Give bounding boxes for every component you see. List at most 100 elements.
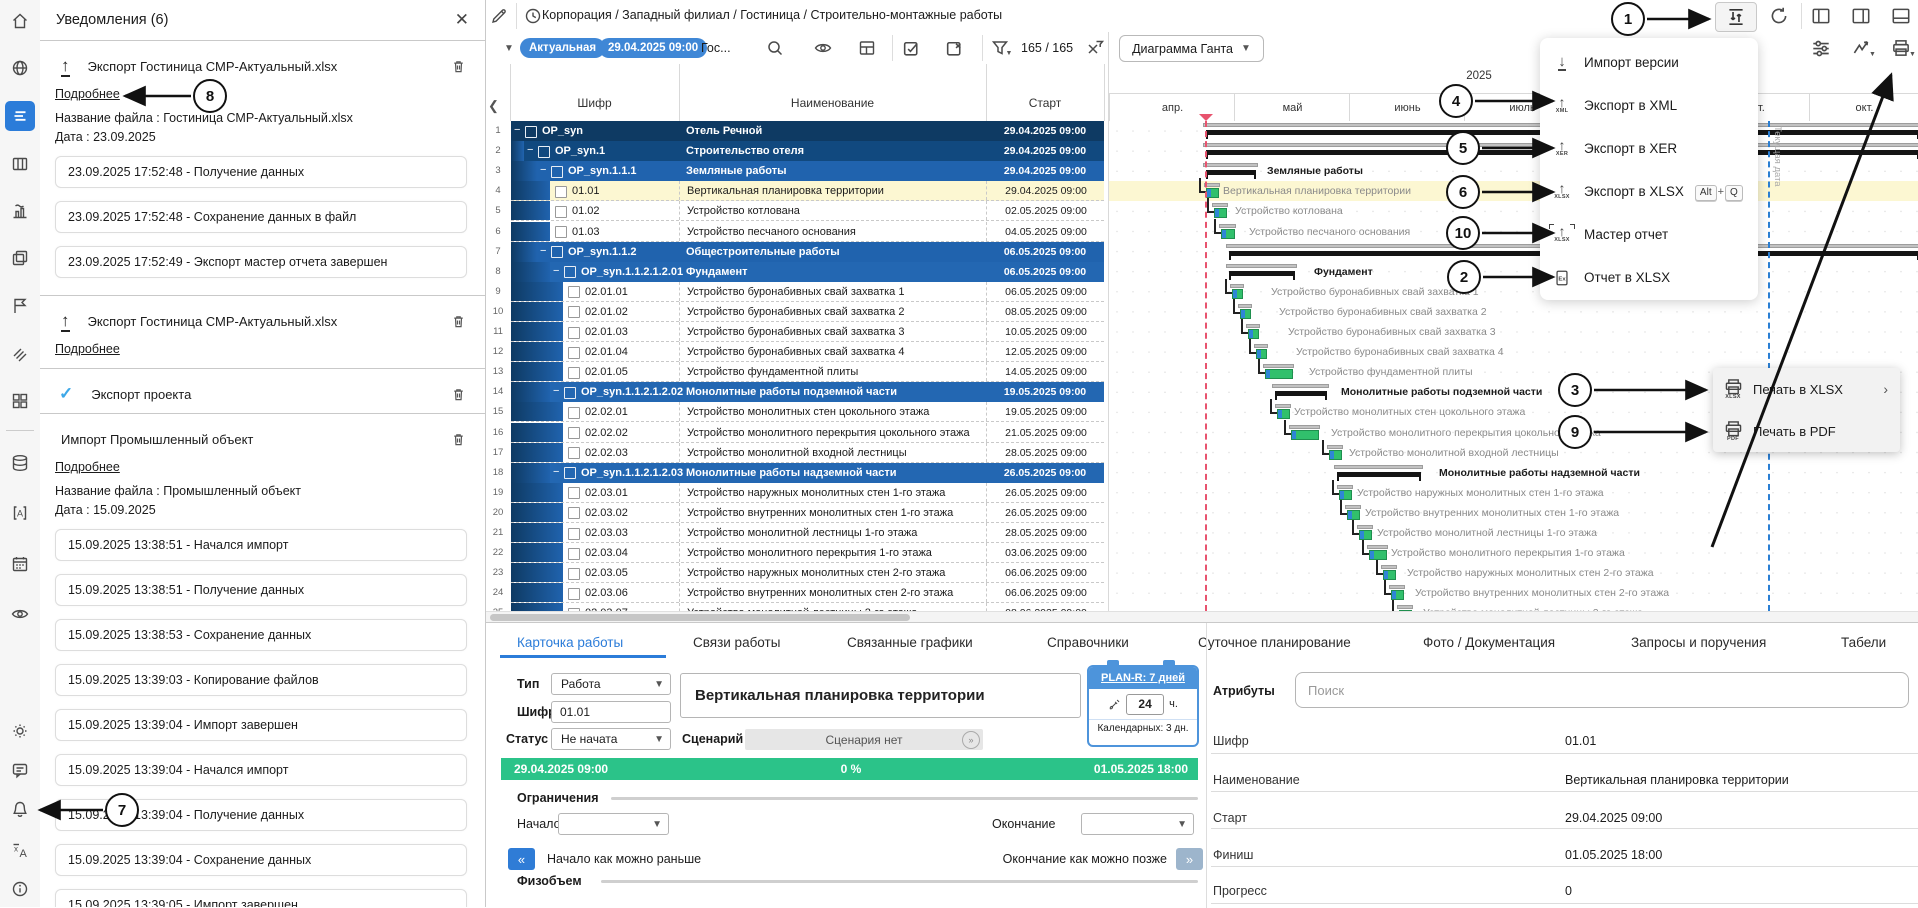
row-checkbox[interactable] xyxy=(538,146,550,158)
task-bar[interactable] xyxy=(1248,329,1259,339)
row-content[interactable]: 02.02.01Устройство монолитных стен цокол… xyxy=(511,402,1104,422)
task-bar[interactable] xyxy=(1256,349,1267,359)
table-row[interactable]: 1902.03.01Устройство наружных монолитных… xyxy=(486,483,1108,503)
eye-icon[interactable] xyxy=(810,36,836,60)
collapse-row-icon[interactable]: − xyxy=(540,161,546,181)
menu-item-master[interactable]: ↑XLSXМастер отчет xyxy=(1540,213,1758,256)
scenario-expand-icon[interactable]: » xyxy=(962,731,980,749)
layout-right-icon[interactable] xyxy=(1848,4,1874,28)
trash-icon[interactable] xyxy=(450,58,467,75)
print-menu-item-pdf[interactable]: PDFПечать в PDF xyxy=(1713,410,1900,452)
task-bar[interactable] xyxy=(1291,430,1319,440)
row-content[interactable]: −OP_syn.1Строительство отеля29.04.2025 0… xyxy=(511,141,1104,161)
table-row[interactable]: 1002.01.02Устройство буронабивных свай з… xyxy=(486,302,1108,322)
tab-work-card[interactable]: Карточка работы xyxy=(517,632,623,654)
row-content[interactable]: −OP_syn.1.1.1Земляные работы29.04.2025 0… xyxy=(511,161,1104,181)
summary-bar[interactable] xyxy=(1337,472,1421,477)
task-bar[interactable] xyxy=(1214,208,1227,218)
sidebar-item-board[interactable] xyxy=(5,149,35,179)
row-content[interactable]: −OP_synОтель Речной29.04.2025 09:00 xyxy=(511,121,1104,141)
details-link[interactable]: Подробнее xyxy=(55,342,120,356)
menu-item-doc-ex[interactable]: ExОтчет в XLSX xyxy=(1540,256,1758,299)
row-checkbox[interactable] xyxy=(551,246,563,258)
collapse-panel-icon[interactable]: ❮ xyxy=(488,98,499,114)
filter-icon[interactable]: ▼ xyxy=(988,36,1014,60)
clear-filter-icon[interactable] xyxy=(1082,36,1108,60)
summary-bar[interactable] xyxy=(1206,170,1256,175)
code-input[interactable] xyxy=(551,701,671,723)
details-link[interactable]: Подробнее xyxy=(55,460,120,474)
table-row[interactable]: 1102.01.03Устройство буронабивных свай з… xyxy=(486,322,1108,342)
task-bar[interactable] xyxy=(1347,510,1360,520)
row-content[interactable]: 02.01.02Устройство буронабивных свай зах… xyxy=(511,302,1104,322)
uncheck-all-icon[interactable] xyxy=(941,36,967,60)
row-checkbox[interactable] xyxy=(568,347,580,359)
row-content[interactable]: 02.02.03Устройство монолитной входной ле… xyxy=(511,443,1104,463)
table-row[interactable]: 2102.03.03Устройство монолитной лестницы… xyxy=(486,523,1108,543)
tab-item-5[interactable]: Фото / Документация xyxy=(1423,632,1555,654)
menu-item-up-xml[interactable]: ↑XMLЭкспорт в XML xyxy=(1540,84,1758,127)
row-checkbox[interactable] xyxy=(568,507,580,519)
alap-button[interactable]: » xyxy=(1176,848,1203,870)
row-content[interactable]: 02.01.03Устройство буронабивных свай зах… xyxy=(511,322,1104,342)
status-select[interactable]: Не начата▼ xyxy=(551,728,671,750)
table-row[interactable]: 1302.01.05Устройство фундаментной плиты1… xyxy=(486,362,1108,382)
row-checkbox[interactable] xyxy=(568,327,580,339)
sidebar-item-home[interactable] xyxy=(5,6,35,36)
gantt-settings-icon[interactable] xyxy=(1808,36,1834,60)
version-chip[interactable]: Актуальная xyxy=(520,38,605,58)
row-content[interactable]: 02.03.02Устройство внутренних монолитных… xyxy=(511,503,1104,523)
row-checkbox[interactable] xyxy=(555,206,567,218)
row-checkbox[interactable] xyxy=(555,186,567,198)
task-bar[interactable] xyxy=(1240,309,1251,319)
collapse-row-icon[interactable]: − xyxy=(540,242,546,262)
trash-icon[interactable] xyxy=(450,386,467,403)
summary-bar[interactable] xyxy=(1275,391,1327,396)
sidebar-item-comments[interactable] xyxy=(5,755,35,785)
constraint-end-select[interactable]: ▼ xyxy=(1081,813,1194,835)
task-bar[interactable] xyxy=(1206,188,1219,198)
details-link[interactable]: Подробнее xyxy=(55,87,120,101)
column-header-start[interactable]: Старт xyxy=(986,96,1104,110)
row-content[interactable]: 02.03.03Устройство монолитной лестницы 1… xyxy=(511,523,1104,543)
sidebar-item-grid[interactable] xyxy=(5,386,35,416)
type-select[interactable]: Работа▼ xyxy=(551,673,671,695)
table-row[interactable]: 601.03Устройство песчаного основания04.0… xyxy=(486,222,1108,242)
row-checkbox[interactable] xyxy=(568,427,580,439)
sidebar-item-chart[interactable] xyxy=(5,196,35,226)
check-all-icon[interactable] xyxy=(898,36,924,60)
row-checkbox[interactable] xyxy=(568,487,580,499)
print-menu-item-xlsx[interactable]: XLSXПечать в XLSX› xyxy=(1713,368,1900,410)
tab-item-7[interactable]: Табели xyxy=(1841,632,1886,654)
row-content[interactable]: 02.02.02Устройство монолитного перекрыти… xyxy=(511,423,1104,443)
row-checkbox[interactable] xyxy=(568,528,580,540)
gantt-links-icon[interactable]: ▼ xyxy=(1850,36,1876,60)
sidebar-item-globe[interactable] xyxy=(5,53,35,83)
table-row[interactable]: 2502.03.07Устройство монолитной лестницы… xyxy=(486,603,1108,611)
row-content[interactable]: 01.01Вертикальная планировка территории2… xyxy=(511,181,1104,201)
table-row[interactable]: 401.01Вертикальная планировка территории… xyxy=(486,181,1108,201)
row-checkbox[interactable] xyxy=(568,588,580,600)
table-row[interactable]: 18−OP_syn.1.1.2.1.2.03Монолитные работы … xyxy=(486,463,1108,483)
task-bar[interactable] xyxy=(1391,590,1404,600)
row-content[interactable]: −OP_syn.1.1.2Общестроительные работы06.0… xyxy=(511,242,1104,262)
plan-duration-link[interactable]: PLAN-R: 7 дней xyxy=(1089,667,1197,689)
table-row[interactable]: 2402.03.06Устройство внутренних монолитн… xyxy=(486,583,1108,603)
task-bar[interactable] xyxy=(1339,490,1352,500)
task-bar[interactable] xyxy=(1277,409,1290,419)
table-row[interactable]: 1202.01.04Устройство буронабивных свай з… xyxy=(486,342,1108,362)
sidebar-item-calendar[interactable] xyxy=(5,549,35,579)
task-bar[interactable] xyxy=(1359,530,1372,540)
trash-icon[interactable] xyxy=(450,313,467,330)
table-row[interactable]: 2002.03.02Устройство внутренних монолитн… xyxy=(486,503,1108,523)
row-content[interactable]: 02.03.06Устройство внутренних монолитных… xyxy=(511,583,1104,603)
table-row[interactable]: 2−OP_syn.1Строительство отеля29.04.2025 … xyxy=(486,141,1108,161)
row-content[interactable]: 02.01.05Устройство фундаментной плиты14.… xyxy=(511,362,1104,382)
row-content[interactable]: 02.03.01Устройство наружных монолитных с… xyxy=(511,483,1104,503)
table-row[interactable]: 2302.03.05Устройство наружных монолитных… xyxy=(486,563,1108,583)
sidebar-item-database[interactable] xyxy=(5,448,35,478)
task-bar[interactable] xyxy=(1221,229,1235,239)
row-checkbox[interactable] xyxy=(568,568,580,580)
row-checkbox[interactable] xyxy=(568,548,580,560)
menu-item-up-xer[interactable]: ↑XERЭкспорт в XER xyxy=(1540,127,1758,170)
